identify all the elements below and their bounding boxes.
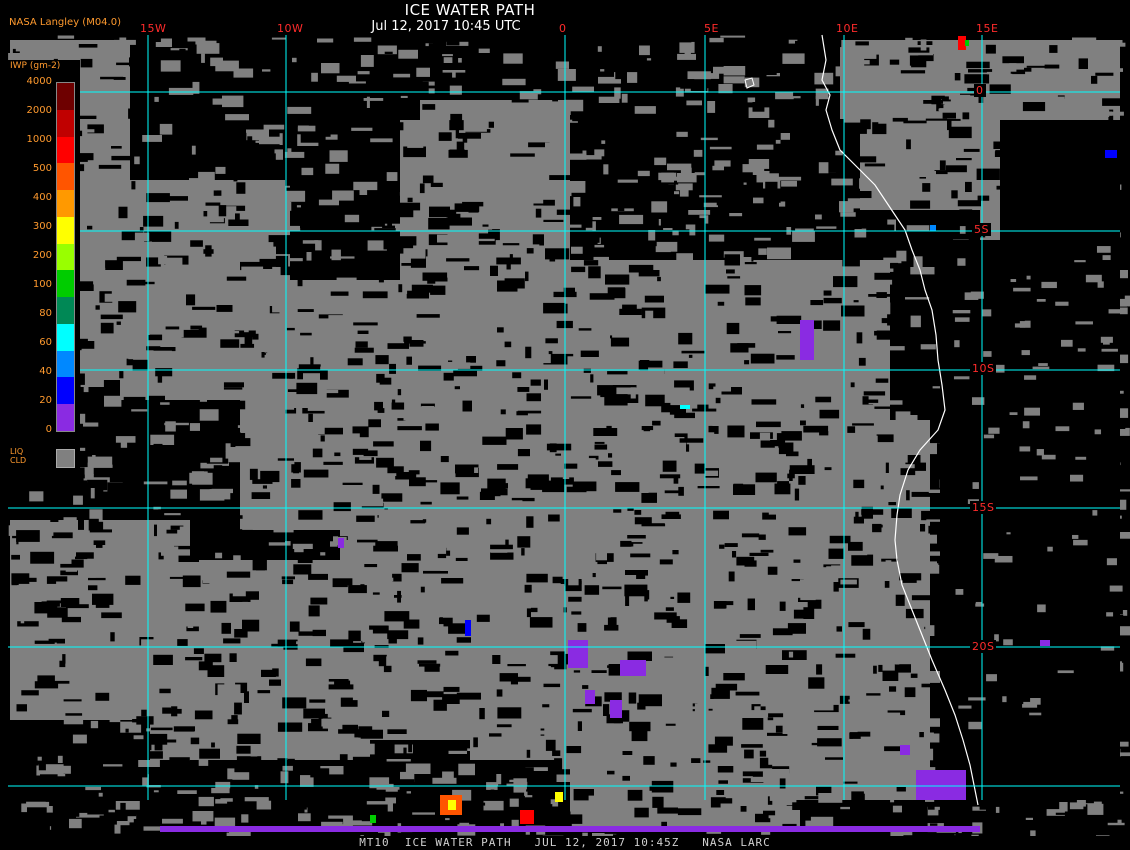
legend-tick-label: 4000 <box>26 76 52 87</box>
lon-label-10w: 10W <box>277 22 304 35</box>
legend-swatch <box>57 163 74 191</box>
legend-tick-label: 40 <box>39 366 52 377</box>
legend-color-bar <box>56 82 75 432</box>
legend-tick-label: 400 <box>32 192 52 203</box>
lat-label-20s: 20S <box>970 640 997 653</box>
lat-label-15s: 15S <box>970 501 997 514</box>
footer-caption: MT10 ICE WATER PATH JUL 12, 2017 10:45Z … <box>0 836 1130 850</box>
lon-label-10e: 10E <box>836 22 859 35</box>
legend-tick-label: 60 <box>39 337 52 348</box>
legend-liq-text: LIQ <box>10 447 24 456</box>
legend-swatch <box>57 190 74 217</box>
color-legend: IWP (gm-2) 4000 2000 1000 500 400 300 200 100 80… <box>8 60 80 485</box>
lat-label-5s: 5S <box>972 223 991 236</box>
legend-title: IWP (gm-2) <box>10 61 61 71</box>
map-title: ICE WATER PATH <box>404 1 536 19</box>
legend-liquid-cloud-swatch <box>56 449 75 468</box>
legend-swatch <box>57 109 74 137</box>
legend-tick-label: 1000 <box>26 134 52 145</box>
lon-label-15w: 15W <box>140 22 167 35</box>
legend-tick-label: 500 <box>32 163 52 174</box>
legend-swatch <box>57 83 74 110</box>
legend-swatch <box>57 404 74 431</box>
legend-swatch <box>57 270 74 298</box>
lon-label-15e: 15E <box>976 22 999 35</box>
lat-label-10s: 10S <box>970 362 997 375</box>
legend-swatch <box>57 350 74 378</box>
legend-swatch <box>57 136 74 164</box>
product-credit: NASA Langley (M04.0) <box>9 17 121 28</box>
map-timestamp: Jul 12, 2017 10:45 UTC <box>371 19 521 34</box>
legend-tick-label: 100 <box>32 279 52 290</box>
legend-tick-label: 2000 <box>26 105 52 116</box>
legend-tick-label: 0 <box>45 424 52 435</box>
satellite-map <box>0 0 1130 850</box>
legend-cld-text: CLD <box>10 456 27 465</box>
legend-swatch <box>57 377 74 405</box>
legend-tick-label: 200 <box>32 250 52 261</box>
legend-swatch <box>57 297 74 324</box>
lon-label-0: 0 <box>559 22 567 35</box>
legend-tick-label: 80 <box>39 308 52 319</box>
lon-label-5e: 5E <box>704 22 719 35</box>
legend-swatch <box>57 216 74 244</box>
legend-liquid-cloud-label: LIQ CLD <box>10 447 26 465</box>
legend-swatch <box>57 243 74 271</box>
lat-label-0: 0 <box>974 84 986 97</box>
legend-tick-label: 300 <box>32 221 52 232</box>
legend-swatch <box>57 323 74 351</box>
legend-tick-label: 20 <box>39 395 52 406</box>
